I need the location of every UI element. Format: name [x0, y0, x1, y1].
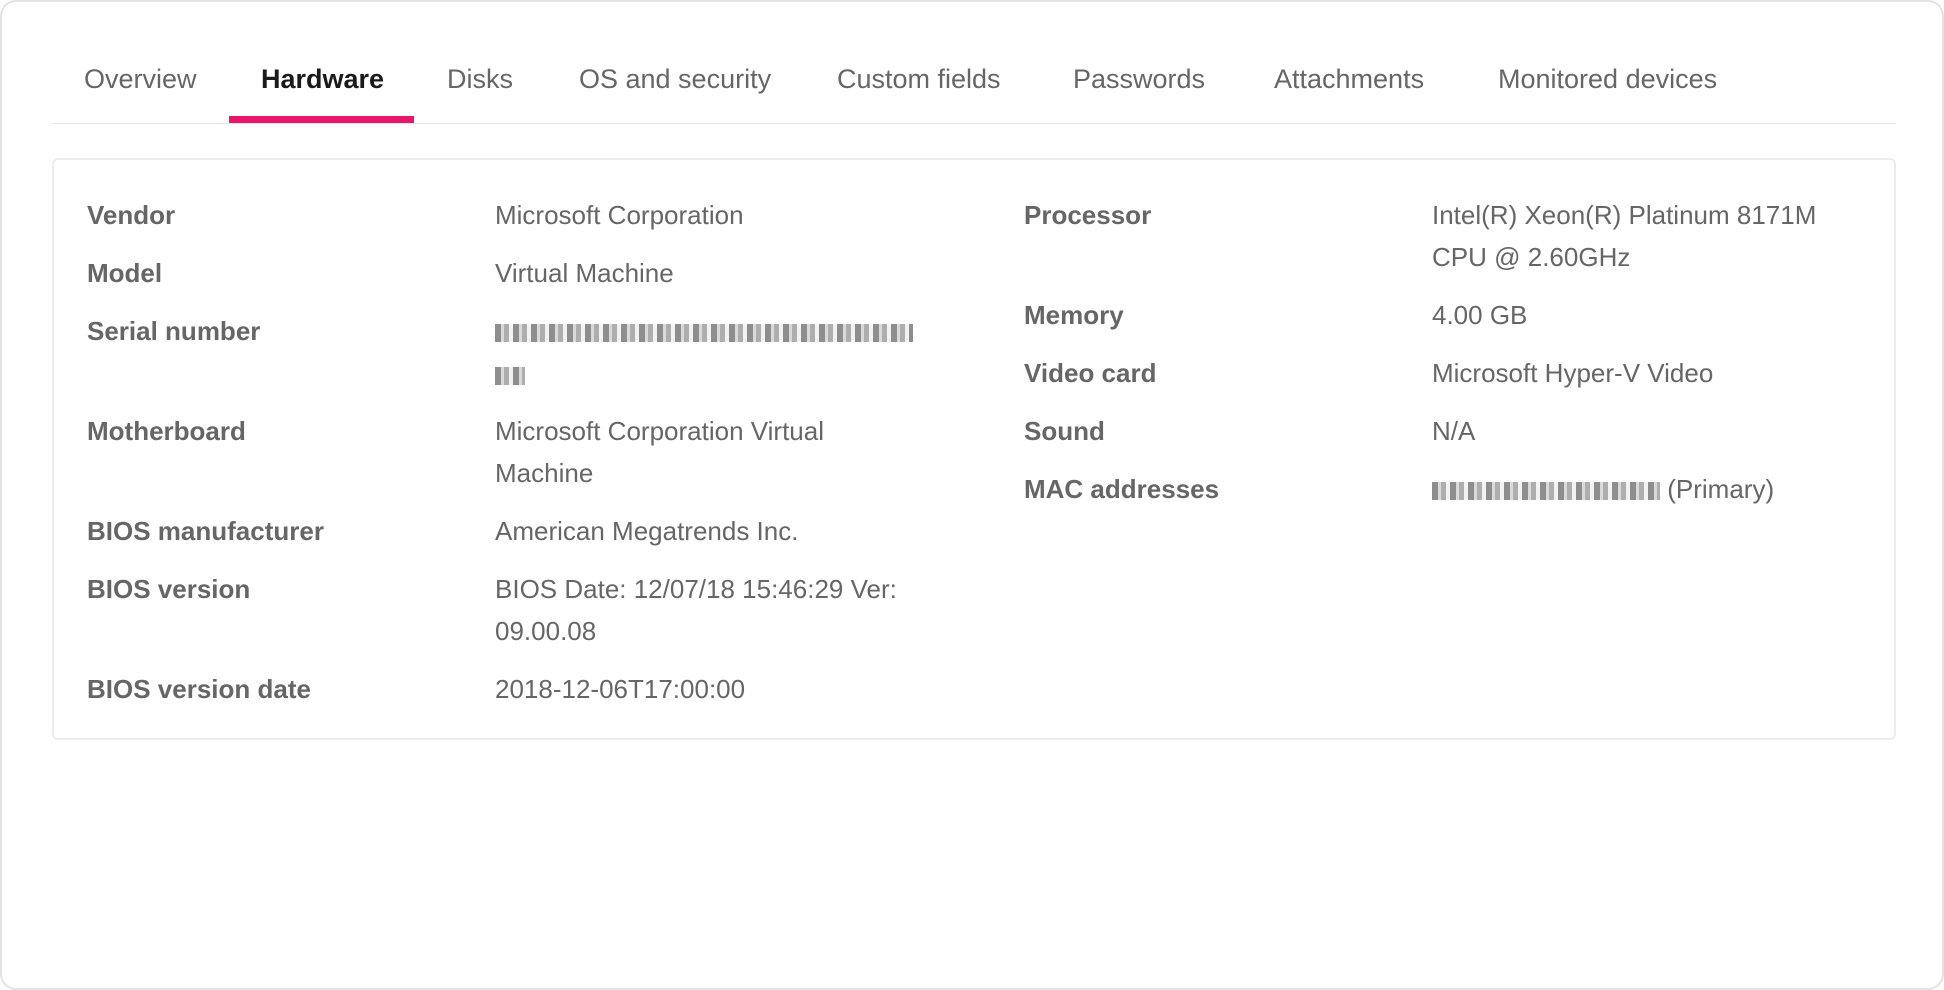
field-label: Memory — [1024, 300, 1124, 330]
field-row-processor: Processor Intel(R) Xeon(R) Platinum 8171… — [1024, 194, 1864, 278]
field-row-model: Model Virtual Machine — [87, 252, 967, 294]
field-row-motherboard: Motherboard Microsoft Corporation Virtua… — [87, 410, 967, 494]
tab-passwords[interactable]: Passwords — [1073, 52, 1205, 124]
field-row-sound: Sound N/A — [1024, 410, 1864, 452]
tab-hardware[interactable]: Hardware — [261, 52, 384, 124]
field-label: Processor — [1024, 200, 1152, 230]
field-label: MAC addresses — [1024, 474, 1220, 504]
field-value-redacted — [495, 310, 925, 394]
hardware-right-column: Processor Intel(R) Xeon(R) Platinum 8171… — [1024, 194, 1864, 526]
field-value: N/A — [1432, 416, 1476, 446]
field-value: Microsoft Corporation — [495, 200, 744, 230]
field-row-bios-manufacturer: BIOS manufacturer American Megatrends In… — [87, 510, 967, 552]
field-label: Sound — [1024, 416, 1105, 446]
field-row-memory: Memory 4.00 GB — [1024, 294, 1864, 336]
tab-bar: Overview Hardware Disks OS and security … — [52, 52, 1896, 124]
field-row-bios-version-date: BIOS version date 2018-12-06T17:00:00 — [87, 668, 967, 710]
tab-custom-fields[interactable]: Custom fields — [837, 52, 1001, 124]
tab-disks[interactable]: Disks — [447, 52, 513, 124]
field-label: Video card — [1024, 358, 1157, 388]
field-row-mac-addresses: MAC addresses (Primary) — [1024, 468, 1864, 510]
field-value: Microsoft Corporation Virtual Machine — [495, 416, 824, 488]
field-value: Intel(R) Xeon(R) Platinum 8171M CPU @ 2.… — [1432, 200, 1817, 272]
field-label: Motherboard — [87, 416, 246, 446]
field-label: Vendor — [87, 200, 176, 230]
field-value: 4.00 GB — [1432, 300, 1528, 330]
field-row-serial-number: Serial number — [87, 310, 967, 394]
device-panel: Overview Hardware Disks OS and security … — [0, 0, 1944, 990]
field-value: Microsoft Hyper-V Video — [1432, 358, 1714, 388]
field-row-vendor: Vendor Microsoft Corporation — [87, 194, 967, 236]
tab-monitored-devices[interactable]: Monitored devices — [1498, 52, 1717, 124]
field-value: BIOS Date: 12/07/18 15:46:29 Ver: 09.00.… — [495, 574, 897, 646]
field-label: BIOS manufacturer — [87, 516, 324, 546]
field-label: Serial number — [87, 316, 261, 346]
field-label: Model — [87, 258, 163, 288]
field-label: BIOS version — [87, 574, 251, 604]
mac-primary-label: (Primary) — [1667, 474, 1775, 504]
redacted-text — [1432, 482, 1660, 501]
field-value: Virtual Machine — [495, 258, 674, 288]
active-tab-indicator — [229, 116, 414, 123]
field-value-mac: (Primary) — [1432, 468, 1862, 510]
tab-attachments[interactable]: Attachments — [1274, 52, 1424, 124]
field-value: 2018-12-06T17:00:00 — [495, 674, 746, 704]
field-value: American Megatrends Inc. — [495, 516, 799, 546]
hardware-left-column: Vendor Microsoft Corporation Model Virtu… — [87, 194, 967, 726]
field-row-video-card: Video card Microsoft Hyper-V Video — [1024, 352, 1864, 394]
tab-overview[interactable]: Overview — [84, 52, 197, 124]
field-label: BIOS version date — [87, 674, 311, 704]
redacted-text — [495, 367, 525, 386]
hardware-card: Vendor Microsoft Corporation Model Virtu… — [52, 158, 1896, 740]
field-row-bios-version: BIOS version BIOS Date: 12/07/18 15:46:2… — [87, 568, 967, 652]
redacted-text — [495, 324, 913, 343]
tab-os-and-security[interactable]: OS and security — [579, 52, 771, 124]
